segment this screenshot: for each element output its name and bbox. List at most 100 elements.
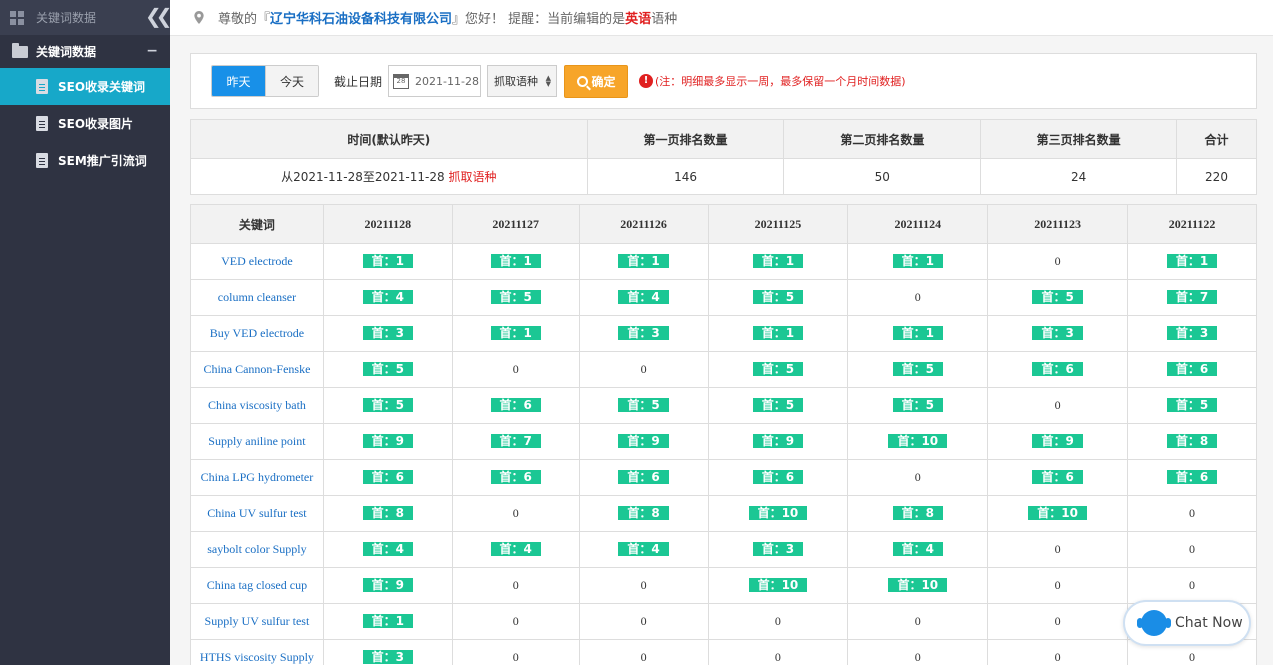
range-text: 从2021-11-28至2021-11-28	[281, 170, 449, 184]
select-arrows-icon: ▲ ▼	[545, 74, 552, 88]
confirm-button[interactable]: 确定	[564, 64, 629, 98]
rank-badge: 首：9	[618, 434, 669, 448]
rank-badge: 首：1	[752, 254, 804, 268]
language-select[interactable]: 抓取语种 ▲ ▼	[487, 65, 558, 97]
keyword-link[interactable]: China viscosity bath	[190, 387, 324, 424]
keyword-link[interactable]: Buy VED electrode	[190, 315, 324, 352]
rank-badge: 首：3	[618, 326, 669, 340]
date-toggle-group: 昨天 今天	[211, 65, 319, 97]
search-icon	[576, 75, 588, 87]
rank-badge: 首：8	[1166, 434, 1218, 448]
rank-cell: 首：3	[1127, 315, 1257, 352]
rank-badge: 首：5	[892, 398, 943, 412]
table-row: column cleanser 首：4 首：5 首：4 首：5 0 首：5 首：7	[190, 279, 1257, 316]
rank-badge: 首：3	[362, 326, 413, 340]
rank-badge: 首：5	[362, 362, 413, 376]
rank-cell: 0	[1127, 567, 1257, 604]
rank-badge: 首：9	[752, 434, 804, 448]
sidebar-group-keyword-data[interactable]: 关键词数据 −	[0, 35, 170, 68]
rank-cell: 首：10	[707, 495, 849, 532]
rank-cell: 首：6	[451, 387, 580, 424]
keyword-link[interactable]: China Cannon-Fenske	[190, 351, 324, 388]
keyword-link[interactable]: China LPG hydrometer	[190, 459, 324, 496]
rank-cell: 首：7	[451, 423, 580, 460]
rank-cell: 首：5	[578, 387, 709, 424]
end-date-label: 截止日期	[334, 74, 383, 89]
rank-badge: 首：1	[490, 326, 541, 340]
summary-row: 从2021-11-28至2021-11-28 抓取语种 146 50 24 22…	[190, 158, 1257, 195]
rank-cell: 首：4	[847, 531, 989, 568]
yesterday-button[interactable]: 昨天	[212, 66, 265, 96]
keyword-link[interactable]: HTHS viscosity Supply	[190, 639, 324, 665]
rank-badge: 首：1	[618, 254, 669, 268]
rank-cell: 首：9	[578, 423, 709, 460]
rank-badge: 首：6	[618, 470, 669, 484]
rank-badge: 首：3	[752, 542, 804, 556]
rank-badge: 首：7	[1166, 290, 1218, 304]
range-language-link[interactable]: 抓取语种	[448, 170, 496, 184]
rank-cell: 0	[451, 603, 580, 640]
end-date-input[interactable]: 28 2021-11-28	[388, 65, 482, 97]
location-pin-icon	[194, 11, 204, 24]
rank-cell: 0	[451, 351, 580, 388]
header-date: 20211123	[987, 204, 1129, 244]
rank-cell: 首：9	[322, 423, 453, 460]
headset-icon	[1137, 610, 1171, 636]
today-button[interactable]: 今天	[265, 66, 318, 96]
rank-cell: 0	[707, 639, 849, 665]
rank-badge: 首：6	[362, 470, 413, 484]
rank-cell: 首：10	[987, 495, 1129, 532]
rank-badge: 首：10	[748, 506, 808, 520]
keyword-link[interactable]: Supply UV sulfur test	[190, 603, 324, 640]
collapse-group-icon[interactable]: −	[146, 43, 158, 59]
rank-cell: 首：9	[707, 423, 849, 460]
rank-cell: 首：5	[322, 351, 453, 388]
keyword-link[interactable]: China tag closed cup	[190, 567, 324, 604]
keyword-link[interactable]: China UV sulfur test	[190, 495, 324, 532]
chat-now-button[interactable]: Chat Now	[1123, 600, 1251, 646]
keyword-link[interactable]: VED electrode	[190, 243, 324, 280]
table-row: Buy VED electrode 首：3 首：1 首：3 首：1 首：1 首：3 首：3	[190, 315, 1257, 352]
header-total: 合计	[1176, 119, 1257, 159]
keyword-link[interactable]: Supply aniline point	[190, 423, 324, 460]
rank-cell: 首：5	[847, 351, 989, 388]
keyword-link[interactable]: column cleanser	[190, 279, 324, 316]
rank-cell: 首：5	[707, 279, 849, 316]
greeting-middle: 』您好！ 提醒：当前编辑的是	[452, 12, 626, 27]
table-row: China LPG hydrometer 首：6 首：6 首：6 首：6 0 首：6 首：6	[190, 459, 1257, 496]
summary-range: 从2021-11-28至2021-11-28 抓取语种	[190, 158, 588, 195]
rank-cell: 0	[987, 243, 1129, 280]
rank-badge: 首：5	[362, 398, 413, 412]
sidebar-item-label: SEO收录图片	[58, 117, 134, 131]
rank-cell: 首：10	[707, 567, 849, 604]
chevron-double-left-icon[interactable]: ❮❮	[145, 4, 172, 28]
rank-badge: 首：4	[892, 542, 943, 556]
rank-cell: 首：1	[1127, 243, 1257, 280]
rank-cell: 首：3	[707, 531, 849, 568]
header-date: 20211127	[451, 204, 580, 244]
rank-badge: 首：5	[752, 362, 804, 376]
rank-badge: 首：4	[490, 542, 541, 556]
rank-cell: 首：9	[987, 423, 1129, 460]
keyword-link[interactable]: saybolt color Supply	[190, 531, 324, 568]
sidebar-item-sem-terms[interactable]: SEM推广引流词	[0, 142, 170, 179]
rank-badge: 首：1	[1166, 254, 1218, 268]
sidebar-item-seo-keywords[interactable]: SEO收录关键词	[0, 68, 170, 105]
rank-cell: 首：6	[1127, 459, 1257, 496]
sidebar-item-seo-images[interactable]: SEO收录图片	[0, 105, 170, 142]
rank-cell: 0	[987, 567, 1129, 604]
rank-cell: 首：6	[707, 459, 849, 496]
rank-cell: 0	[987, 603, 1129, 640]
chat-label: Chat Now	[1175, 615, 1243, 631]
document-icon	[36, 79, 48, 94]
table-row: HTHS viscosity Supply 首：3 0 0 0 0 0 0	[190, 639, 1257, 665]
rank-cell: 首：3	[322, 639, 453, 665]
summary-page2: 50	[783, 158, 982, 195]
filter-bar: 昨天 今天 截止日期 28 2021-11-28 抓取语种 ▲ ▼ 确定 ! (注…	[190, 53, 1257, 109]
document-icon	[36, 153, 48, 168]
rank-cell: 首：8	[578, 495, 709, 532]
rank-cell: 首：9	[322, 567, 453, 604]
rank-cell: 首：10	[847, 423, 989, 460]
rank-badge: 首：3	[1032, 326, 1083, 340]
rank-cell: 首：7	[1127, 279, 1257, 316]
